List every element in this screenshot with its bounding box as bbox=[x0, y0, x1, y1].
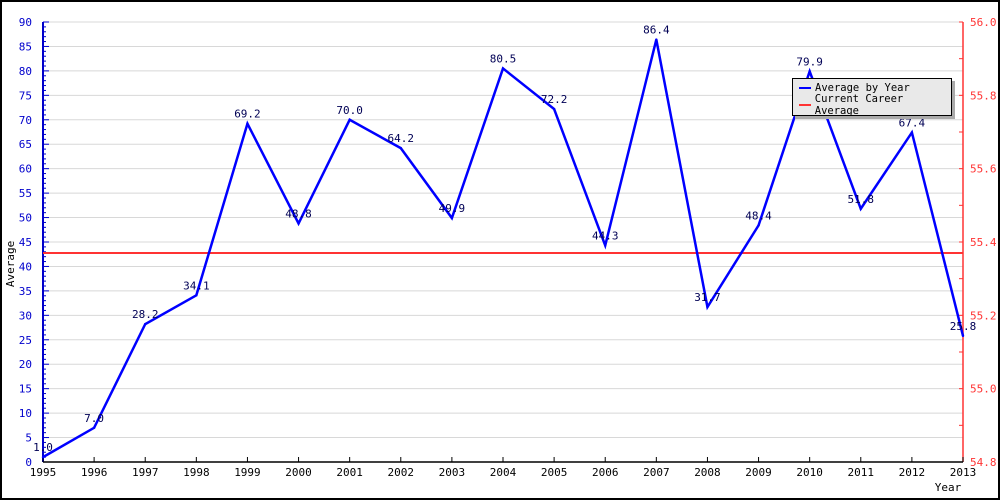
left-tick-label: 10 bbox=[19, 407, 32, 420]
x-tick-label: 1996 bbox=[81, 466, 108, 479]
x-axis-label: Year bbox=[935, 481, 962, 494]
data-label: 25.8 bbox=[950, 320, 977, 333]
data-label: 69.2 bbox=[234, 108, 261, 121]
right-tick-label: 55.0 bbox=[970, 383, 997, 396]
left-tick-label: 45 bbox=[19, 236, 32, 249]
data-point bbox=[501, 67, 505, 70]
data-point bbox=[706, 305, 709, 309]
left-tick-label: 30 bbox=[19, 309, 32, 322]
legend-item-career-average: Current Career Average bbox=[793, 93, 951, 117]
left-tick-label: 80 bbox=[19, 65, 32, 78]
legend-label: Current Career Average bbox=[814, 93, 904, 117]
left-tick-label: 55 bbox=[19, 187, 32, 200]
data-label: 49.9 bbox=[439, 202, 466, 215]
data-label: 70.0 bbox=[336, 104, 363, 117]
left-tick-label: 90 bbox=[19, 16, 32, 29]
data-point bbox=[604, 244, 607, 247]
legend-swatch-blue bbox=[799, 87, 811, 89]
data-label: 31.7 bbox=[694, 291, 721, 304]
data-point bbox=[655, 38, 658, 41]
data-label: 80.5 bbox=[490, 52, 517, 65]
x-tick-label: 2000 bbox=[285, 466, 312, 479]
x-tick-label: 2002 bbox=[388, 466, 415, 479]
left-tick-label: 75 bbox=[19, 89, 32, 102]
data-label: 64.2 bbox=[388, 132, 415, 145]
data-point bbox=[41, 455, 45, 459]
data-point bbox=[348, 118, 351, 121]
left-tick-label: 60 bbox=[19, 163, 32, 176]
x-axis: 1995 1996 1997 1998 1999 2000 2001 2002 2003 2004… bbox=[30, 457, 977, 479]
right-tick-label: 55.6 bbox=[970, 163, 997, 176]
data-label: 28.2 bbox=[132, 308, 159, 321]
left-tick-label: 35 bbox=[19, 285, 32, 298]
data-label: 51.8 bbox=[848, 193, 875, 206]
x-tick-label: 2009 bbox=[745, 466, 772, 479]
data-point bbox=[399, 146, 402, 150]
legend-swatch-red bbox=[799, 104, 811, 106]
chart-container: 0 5 10 15 20 25 30 35 40 45 50 55 60 65 70 75 80 85 90 54.… bbox=[0, 0, 1000, 500]
data-label: 7.0 bbox=[84, 412, 104, 425]
x-tick-label: 2012 bbox=[899, 466, 926, 479]
legend: Average by Year Current Career Average bbox=[792, 78, 952, 117]
data-point bbox=[297, 222, 300, 225]
y-axis-label: Average bbox=[4, 241, 17, 287]
x-tick-label: 2003 bbox=[439, 466, 466, 479]
data-label: 79.9 bbox=[796, 55, 823, 68]
left-tick-label: 15 bbox=[19, 383, 32, 396]
data-point bbox=[961, 334, 965, 338]
data-label: 34.1 bbox=[183, 279, 210, 292]
x-tick-label: 2004 bbox=[490, 466, 517, 479]
data-point bbox=[246, 122, 249, 125]
x-tick-label: 2005 bbox=[541, 466, 568, 479]
x-tick-label: 2006 bbox=[592, 466, 619, 479]
x-tick-label: 2008 bbox=[694, 466, 721, 479]
data-point bbox=[910, 131, 914, 134]
data-label: 44.3 bbox=[592, 229, 619, 242]
x-tick-label: 2001 bbox=[336, 466, 363, 479]
left-tick-label: 85 bbox=[19, 40, 32, 53]
data-label: 48.8 bbox=[285, 207, 312, 220]
left-tick-label: 65 bbox=[19, 138, 32, 151]
data-label: 1.0 bbox=[33, 441, 53, 454]
right-tick-label: 55.4 bbox=[970, 236, 997, 249]
x-tick-label: 1999 bbox=[234, 466, 261, 479]
data-point bbox=[808, 70, 811, 73]
left-tick-label: 50 bbox=[19, 212, 32, 225]
data-point bbox=[757, 224, 760, 227]
x-tick-label: 2007 bbox=[643, 466, 670, 479]
data-label: 86.4 bbox=[643, 24, 670, 37]
left-axis: 051015202530354045505560657075808590 bbox=[19, 16, 49, 469]
data-point bbox=[552, 107, 556, 111]
x-tick-label: 1997 bbox=[132, 466, 159, 479]
right-tick-label: 55.8 bbox=[970, 89, 997, 102]
data-point bbox=[195, 294, 198, 297]
line-chart: 051015202530354045505560657075808590 54.… bbox=[4, 16, 997, 494]
data-point bbox=[92, 426, 96, 429]
data-point bbox=[144, 322, 147, 326]
data-point bbox=[450, 216, 454, 220]
left-tick-label: 25 bbox=[19, 334, 32, 347]
x-tick-label: 1998 bbox=[183, 466, 210, 479]
x-tick-label: 2013 bbox=[950, 466, 977, 479]
data-label: 48.4 bbox=[745, 209, 772, 222]
left-tick-label: 20 bbox=[19, 358, 32, 371]
x-tick-label: 2010 bbox=[796, 466, 823, 479]
x-tick-label: 1995 bbox=[30, 466, 57, 479]
x-tick-label: 2011 bbox=[848, 466, 875, 479]
left-tick-label: 5 bbox=[25, 432, 32, 445]
data-point bbox=[859, 207, 862, 210]
left-tick-label: 70 bbox=[19, 114, 32, 127]
left-tick-label: 40 bbox=[19, 260, 32, 273]
data-label: 72.2 bbox=[541, 93, 568, 106]
right-tick-label: 56.0 bbox=[970, 16, 997, 29]
data-label: 67.4 bbox=[899, 116, 926, 129]
right-axis: 54.855.055.255.455.655.856.0 bbox=[959, 16, 997, 469]
